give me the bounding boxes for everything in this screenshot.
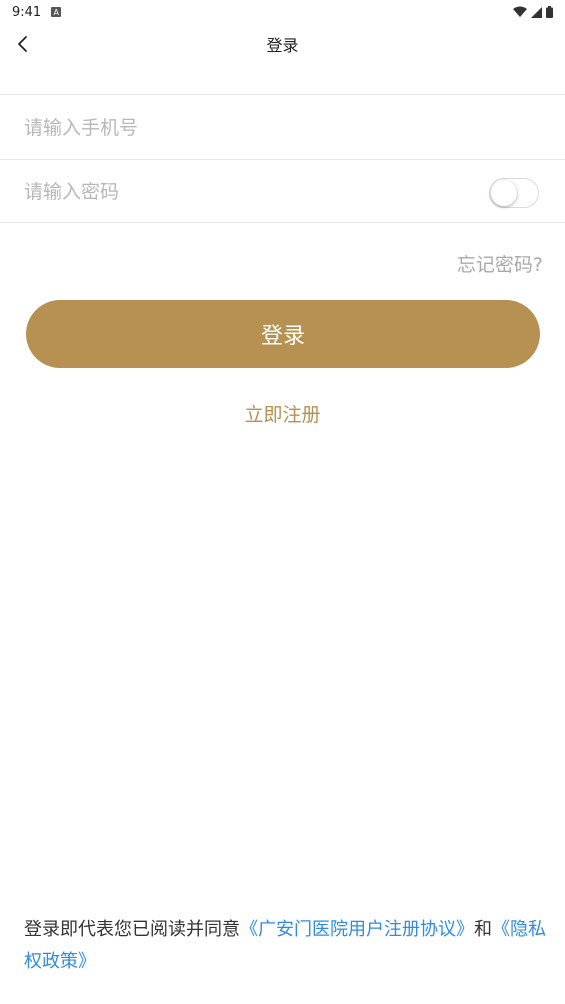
password-input[interactable] xyxy=(24,181,444,203)
user-agreement-link[interactable]: 《广安门医院用户注册协议》 xyxy=(240,919,474,940)
register-link[interactable]: 立即注册 xyxy=(0,400,565,427)
agreement-prefix: 登录即代表您已阅读并同意 xyxy=(24,919,240,940)
page-title: 登录 xyxy=(266,36,299,55)
navigation-bar: 登录 xyxy=(0,24,565,64)
agreement-conjunction: 和 xyxy=(474,919,492,940)
status-time: 9:41 xyxy=(12,4,42,20)
status-bar: 9:41 A xyxy=(0,0,565,24)
toggle-knob xyxy=(491,180,517,206)
show-password-toggle[interactable] xyxy=(489,178,539,208)
notification-a-icon: A xyxy=(51,7,62,17)
divider xyxy=(0,94,565,95)
login-button[interactable]: 登录 xyxy=(26,300,540,368)
status-icons xyxy=(513,6,553,18)
signal-icon xyxy=(531,7,542,18)
agreement-text: 登录即代表您已阅读并同意《广安门医院用户注册协议》和《隐私权政策》 xyxy=(24,914,546,978)
wifi-icon xyxy=(513,6,527,17)
password-field-row xyxy=(0,160,565,224)
chevron-left-icon xyxy=(18,36,27,52)
phone-input[interactable] xyxy=(24,117,444,139)
divider xyxy=(0,222,565,223)
back-button[interactable] xyxy=(8,30,36,58)
battery-icon xyxy=(546,6,553,18)
phone-field-row xyxy=(0,96,565,160)
forgot-password-link[interactable]: 忘记密码? xyxy=(457,250,543,277)
